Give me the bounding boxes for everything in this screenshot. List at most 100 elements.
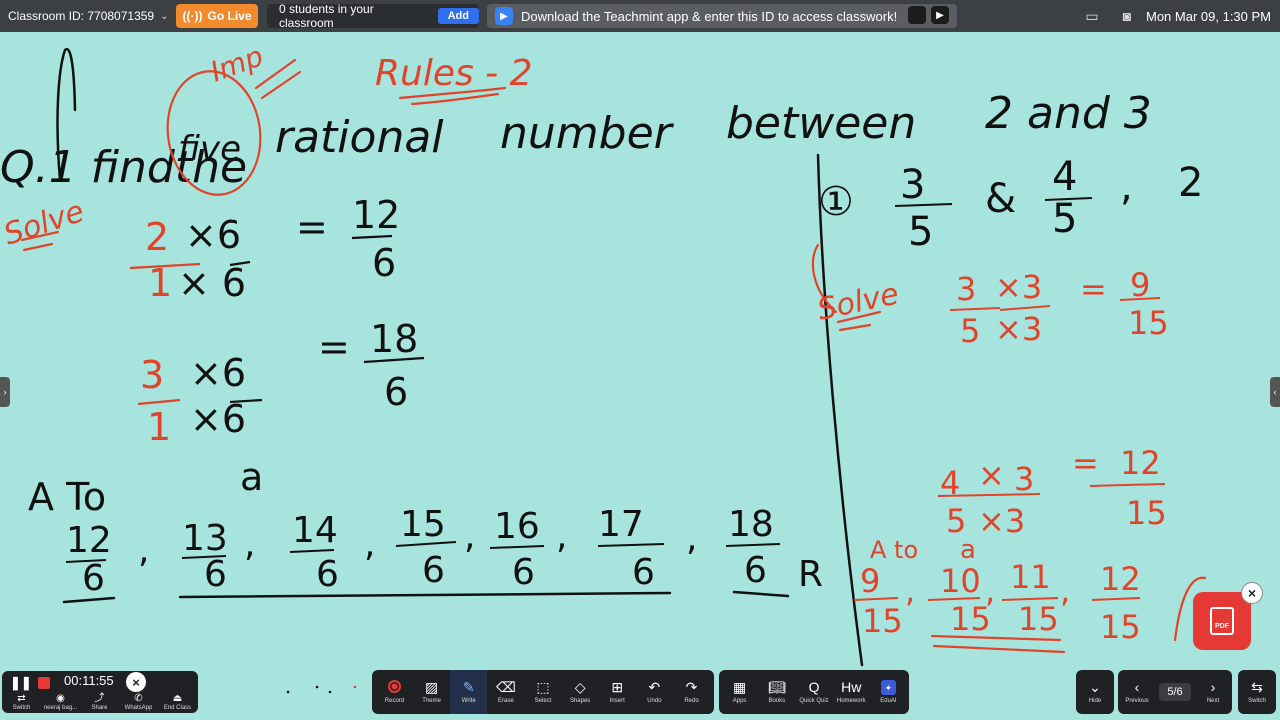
drawing-toolbar: Record ▨ Theme ✎ Write ⌫ Erase ⬚ Select ◇ Sha… [372, 670, 714, 714]
svg-text:3: 3 [900, 162, 925, 208]
tool-label: End Class [163, 705, 192, 711]
whatsapp-button[interactable]: ✆ WhatsApp [119, 691, 158, 713]
tool-label: Books [768, 698, 786, 704]
svg-text:6: 6 [422, 550, 445, 591]
svg-text:,: , [364, 524, 375, 565]
svg-text:6: 6 [384, 370, 408, 414]
classroom-id-label: Classroom ID: 7708071359 [8, 9, 155, 23]
svg-text:14: 14 [292, 510, 338, 551]
theme-icon: ▨ [425, 679, 439, 695]
select-icon: ⬚ [536, 679, 550, 695]
pause-icon[interactable]: ❚❚ [10, 675, 32, 691]
svg-text:6: 6 [204, 554, 227, 595]
svg-text:11: 11 [1010, 558, 1051, 596]
go-live-label: Go Live [207, 9, 252, 23]
svg-text:4: 4 [1052, 154, 1077, 200]
svg-text:Solve: Solve [814, 277, 901, 328]
apps-button[interactable]: ▦ Apps [721, 670, 758, 714]
svg-text:①: ① [818, 179, 854, 225]
svg-text:Solve: Solve [0, 194, 88, 253]
tool-label: Shapes [569, 698, 591, 704]
undo-button[interactable]: ↶ Undo [636, 670, 673, 714]
svg-text:12: 12 [352, 193, 400, 237]
download-text: Download the Teachmint app & enter this … [521, 8, 898, 24]
books-button[interactable]: 📖︎ Books [758, 670, 795, 714]
handwriting-layer: Q.1 findthe five rational number between… [0, 39, 1207, 667]
previous-page-button[interactable]: ‹ Previous [1122, 670, 1152, 714]
svg-text:13: 13 [182, 518, 228, 559]
apps-grid-icon: ▦ [732, 679, 747, 695]
close-pdf-button[interactable]: × [1241, 582, 1263, 604]
go-live-button[interactable]: ((·)) Go Live [176, 4, 258, 28]
tool-label: EduAI [880, 698, 897, 704]
svg-text:=: = [1072, 444, 1099, 482]
user-button[interactable]: ◉ neeraj bag... [41, 691, 80, 713]
switch-button[interactable]: ⇆ Switch [1238, 670, 1276, 714]
datetime: Mon Mar 09, 1:30 PM [1146, 8, 1271, 24]
page-number[interactable]: 5/6 [1159, 683, 1191, 701]
select-button[interactable]: ⬚ Select [525, 670, 562, 714]
theme-button[interactable]: ▨ Theme [413, 670, 450, 714]
svg-text:×3: ×3 [995, 268, 1042, 306]
homework-button[interactable]: Hw Homework [833, 670, 870, 714]
chevron-down-icon: ⌄ [160, 10, 169, 22]
insert-button[interactable]: ⊞ Insert [599, 670, 636, 714]
share-button[interactable]: ⤴ Share [80, 691, 119, 713]
svg-text:,: , [464, 516, 475, 557]
students-counter: 0 students in your classroom Add [267, 2, 479, 30]
quick-quiz-button[interactable]: Q Quick Quiz [795, 670, 832, 714]
switch-camera-button[interactable]: ⇄ Switch [2, 691, 41, 713]
stop-record-icon[interactable] [38, 677, 50, 689]
svg-text:,: , [1120, 164, 1133, 210]
classroom-id-dropdown[interactable]: Classroom ID: 7708071359 ⌄ [8, 4, 168, 28]
erase-button[interactable]: ⌫ Erase [487, 670, 524, 714]
svg-text:×6: ×6 [185, 213, 241, 257]
screen-icon[interactable]: ▭ [1080, 4, 1104, 28]
chevron-down-icon: ⌄ [1089, 679, 1101, 695]
imp-note: Imp [206, 39, 267, 88]
left-panel-handle[interactable]: › [0, 377, 10, 407]
svg-text:A to: A to [870, 536, 918, 564]
svg-text:15: 15 [1128, 304, 1169, 342]
hide-button[interactable]: ⌄ Hide [1076, 670, 1114, 714]
play-store-icon[interactable]: ▶ [931, 6, 949, 24]
insert-icon: ⊞ [611, 679, 624, 695]
svg-text:R: R [798, 554, 823, 595]
svg-text:=: = [1080, 270, 1107, 308]
right-panel-handle[interactable]: ‹ [1270, 377, 1280, 407]
pdf-export-button[interactable]: PDF [1193, 592, 1251, 650]
write-button[interactable]: ✎ Write [450, 670, 488, 714]
close-recorder-button[interactable]: × [126, 672, 146, 692]
redo-button[interactable]: ↷ Redo [673, 670, 710, 714]
students-text: 0 students in your classroom [279, 2, 374, 30]
camera-icon[interactable]: ◙ [1115, 4, 1139, 28]
tool-label: Share [91, 705, 108, 711]
svg-text:6: 6 [632, 552, 655, 593]
eduai-button[interactable]: ✦ EduAI [870, 670, 907, 714]
add-students-button[interactable]: Add [437, 8, 479, 24]
tool-label: Undo [647, 698, 662, 704]
switch-arrows-icon: ⇆ [1251, 679, 1263, 695]
svg-text:,: , [556, 516, 567, 557]
switch-dock: ⇆ Switch [1238, 670, 1276, 714]
svg-text:9: 9 [860, 562, 880, 600]
tool-label: Redo [684, 698, 699, 704]
svg-text:15: 15 [400, 504, 446, 545]
next-page-button[interactable]: › Next [1198, 670, 1228, 714]
svg-text:a: a [960, 535, 976, 565]
svg-text:6: 6 [82, 558, 105, 599]
broadcast-icon: ((·)) [182, 9, 203, 23]
tool-label: Homework [836, 698, 866, 704]
shapes-button[interactable]: ◇ Shapes [562, 670, 599, 714]
svg-text:16: 16 [494, 506, 540, 547]
whiteboard-canvas[interactable]: Q.1 findthe five rational number between… [0, 32, 1280, 720]
end-class-icon: ⏏ [172, 693, 183, 704]
download-app-banner[interactable]: ▶ Download the Teachmint app & enter thi… [487, 4, 957, 28]
svg-text:5: 5 [908, 209, 933, 255]
apple-store-icon[interactable] [908, 6, 926, 24]
svg-text:5: 5 [1052, 196, 1077, 242]
svg-text:×3: ×3 [978, 502, 1025, 540]
end-class-button[interactable]: ⏏ End Class [158, 691, 197, 713]
record-button[interactable]: Record [376, 670, 413, 714]
page-navigator: ‹ Previous 5/6 › Next [1118, 670, 1232, 714]
